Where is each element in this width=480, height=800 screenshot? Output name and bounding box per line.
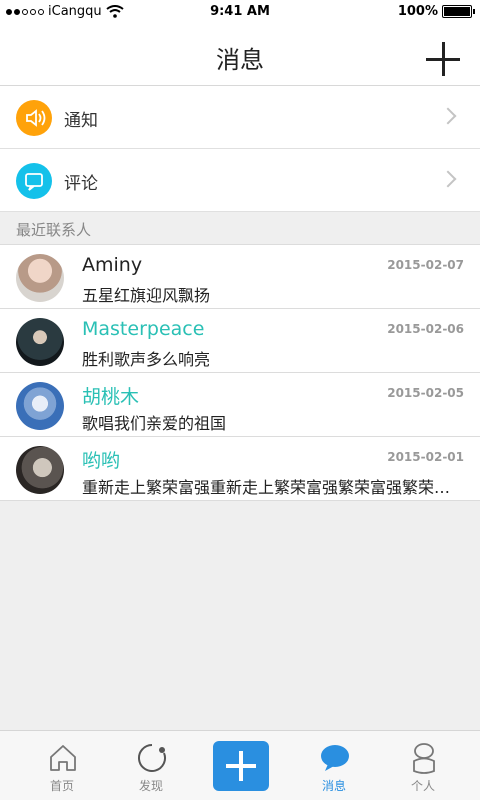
menu-label-notification: 通知 [64,111,98,131]
battery-icon [442,5,475,18]
avatar [16,446,64,494]
page-title: 消息 [216,46,264,74]
contact-message: 胜利歌声多么响亮 [82,350,211,369]
battery-group: 100% [397,4,475,19]
contact-name: Aminy [82,254,143,276]
tab-label-profile: 个人 [410,779,435,793]
contact-name: 哟哟 [82,450,121,472]
battery-label: 100% [397,4,438,19]
contact-name: 胡桃木 [82,386,140,408]
section-header: 最近联系人 [0,212,480,245]
contact-row[interactable]: 胡桃木 2015-02-05 歌唱我们亲爱的祖国 [0,373,480,437]
avatar [16,382,64,430]
menu-list: 通知 评论 [0,86,480,212]
contact-date: 2015-02-07 [387,258,464,272]
add-button[interactable] [426,42,460,76]
tab-label-message: 消息 [321,779,346,793]
tab-label-discover: 发现 [138,779,163,793]
menu-item-comment[interactable]: 评论 [0,149,480,212]
avatar [16,318,64,366]
discover-icon [138,744,166,772]
person-icon [413,743,435,774]
menu-item-notification[interactable]: 通知 [0,86,480,149]
contact-row[interactable]: 哟哟 2015-02-01 重新走上繁荣富强重新走上繁荣富强繁荣富强繁荣富强 [0,437,480,501]
message-icon [321,745,349,771]
contact-row[interactable]: Masterpeace 2015-02-06 胜利歌声多么响亮 [0,309,480,373]
tab-label-home: 首页 [49,779,74,793]
chevron-right-icon [439,170,457,188]
avatar [16,254,64,302]
menu-label-comment: 评论 [64,174,98,194]
contact-message: 歌唱我们亲爱的祖国 [82,414,227,433]
contact-date: 2015-02-05 [387,386,464,400]
home-icon [50,745,76,771]
tab-profile[interactable]: 个人 [375,731,471,800]
tab-message[interactable]: 消息 [286,731,382,800]
speaker-icon [16,100,52,136]
contact-date: 2015-02-06 [387,322,464,336]
section-title: 最近联系人 [16,221,92,239]
comment-icon [16,163,52,199]
contact-message: 五星红旗迎风飘扬 [82,286,211,305]
status-bar: iCangqu 9:41 AM 100% [0,0,480,24]
plus-icon[interactable] [213,741,269,791]
tab-discover[interactable]: 发现 [103,731,199,800]
contact-list: Aminy 2015-02-07 五星红旗迎风飘扬 Masterpeace 20… [0,245,480,501]
nav-bar: 消息 [0,24,480,86]
contact-date: 2015-02-01 [387,450,464,464]
contact-message: 重新走上繁荣富强重新走上繁荣富强繁荣富强繁荣富强 [82,478,462,497]
tab-home[interactable]: 首页 [14,731,110,800]
contact-name: Masterpeace [82,318,205,340]
chevron-right-icon [439,107,457,125]
tab-bar: 首页 发现 消息 个人 [0,730,480,800]
contact-row[interactable]: Aminy 2015-02-07 五星红旗迎风飘扬 [0,245,480,309]
